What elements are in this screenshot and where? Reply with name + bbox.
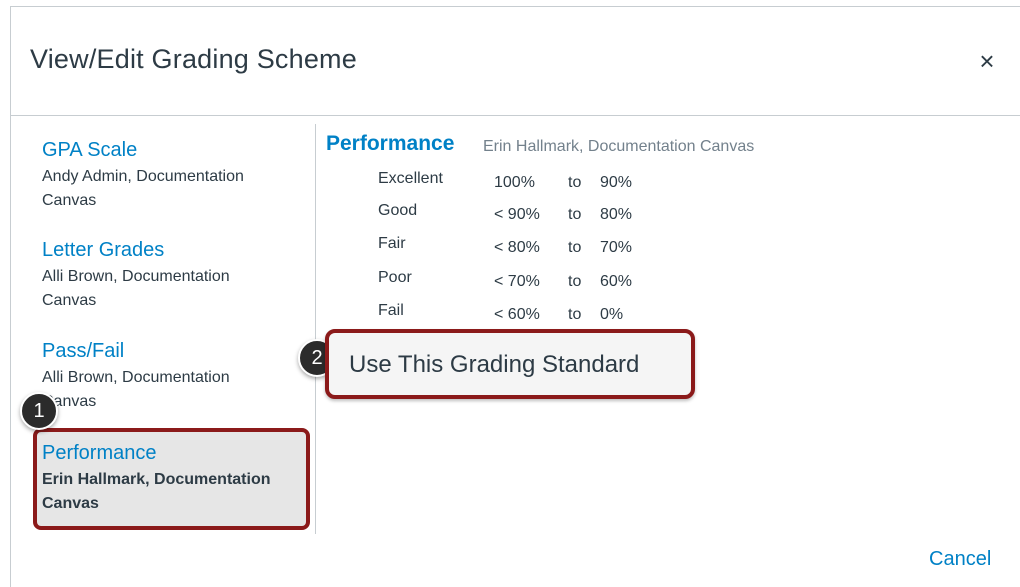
scheme-owner-line1: Alli Brown, Documentation — [42, 369, 230, 386]
cancel-link[interactable]: Cancel — [929, 548, 991, 571]
grade-row: Poor < 70% to 60% — [300, 269, 720, 301]
grade-label: Fail — [378, 302, 404, 319]
grade-upper: < 80% — [494, 239, 540, 256]
scheme-owner-line2: Canvas — [42, 495, 99, 512]
grade-upper: 100% — [494, 174, 535, 191]
scheme-item-pass-fail[interactable]: Pass/Fail Alli Brown, Documentation Canv… — [42, 338, 302, 414]
callout-badge-1: 1 — [20, 392, 58, 430]
grade-to: to — [568, 206, 582, 223]
grade-lower: 60% — [600, 273, 633, 290]
grade-to: to — [568, 174, 582, 191]
grade-lower: 90% — [600, 174, 633, 191]
use-grading-standard-button[interactable]: Use This Grading Standard — [325, 329, 695, 399]
scheme-item-performance[interactable]: Performance Erin Hallmark, Documentation… — [42, 440, 302, 516]
scheme-owner: Andy Admin, Documentation Canvas — [42, 165, 302, 213]
scheme-name[interactable]: Performance — [42, 440, 302, 466]
scheme-owner-line2: Canvas — [42, 192, 97, 209]
grade-to: to — [568, 306, 582, 323]
grade-row: Fair < 80% to 70% — [300, 235, 720, 267]
scheme-owner: Alli Brown, Documentation Canvas — [42, 265, 302, 313]
grade-label: Good — [378, 202, 418, 219]
grade-label: Poor — [378, 269, 412, 286]
scheme-owner: Alli Brown, Documentation Canvas — [42, 366, 302, 414]
scheme-owner-line1: Erin Hallmark, Documentation — [42, 471, 271, 488]
grade-lower: 70% — [600, 239, 633, 256]
scheme-owner-line2: Canvas — [42, 292, 97, 309]
scheme-name[interactable]: GPA Scale — [42, 137, 302, 163]
grade-label: Fair — [378, 235, 406, 252]
grade-upper: < 90% — [494, 206, 540, 223]
scheme-name[interactable]: Letter Grades — [42, 237, 302, 263]
header-divider — [10, 115, 1020, 116]
use-grading-standard-label: Use This Grading Standard — [349, 351, 640, 378]
scheme-owner-line1: Andy Admin, Documentation — [42, 168, 244, 185]
dialog-title: View/Edit Grading Scheme — [30, 44, 357, 74]
scheme-item-gpa-scale[interactable]: GPA Scale Andy Admin, Documentation Canv… — [42, 137, 302, 213]
scheme-item-letter-grades[interactable]: Letter Grades Alli Brown, Documentation … — [42, 237, 302, 313]
grade-to: to — [568, 273, 582, 290]
grade-label: Excellent — [378, 170, 443, 187]
grade-upper: < 60% — [494, 306, 540, 323]
scheme-owner: Erin Hallmark, Documentation Canvas — [42, 468, 302, 516]
scheme-owner-line1: Alli Brown, Documentation — [42, 268, 230, 285]
grade-lower: 80% — [600, 206, 633, 223]
grade-upper: < 70% — [494, 273, 540, 290]
detail-scheme-owner: Erin Hallmark, Documentation Canvas — [483, 138, 755, 155]
grade-row: Excellent 100% to 90% — [300, 170, 720, 202]
scheme-name[interactable]: Pass/Fail — [42, 338, 302, 364]
grade-lower: 0% — [600, 306, 624, 323]
close-icon[interactable]: × — [972, 46, 1002, 76]
grade-row: Good < 90% to 80% — [300, 202, 720, 234]
detail-scheme-name: Performance — [326, 132, 455, 155]
grade-to: to — [568, 239, 582, 256]
